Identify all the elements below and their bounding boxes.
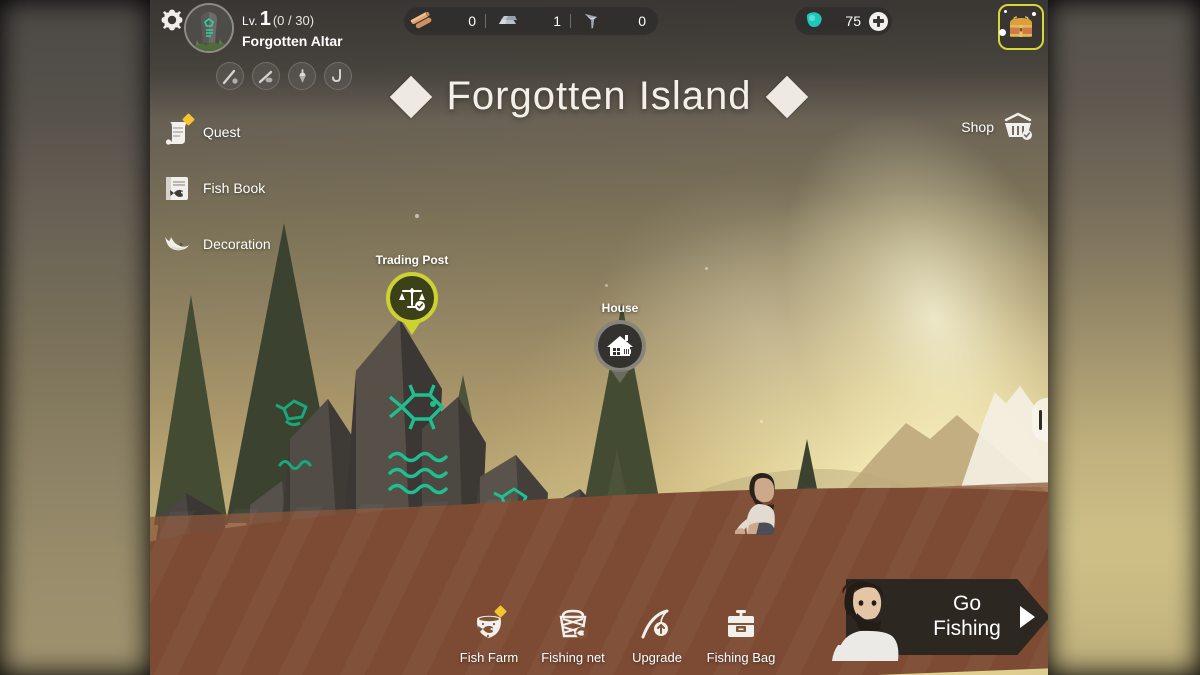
go-fishing-button[interactable]: Go Fishing bbox=[830, 579, 1048, 661]
menu-item-quest[interactable]: Quest bbox=[162, 104, 342, 160]
resource-nail-value: 0 bbox=[638, 13, 646, 29]
divider bbox=[570, 14, 571, 28]
add-currency-button[interactable] bbox=[869, 11, 888, 31]
level-value: 1 bbox=[259, 8, 271, 30]
tool-fish-farm[interactable]: Fish Farm bbox=[450, 605, 528, 665]
level-progress: (0 / 30) bbox=[272, 13, 315, 28]
tool-upgrade[interactable]: Upgrade bbox=[618, 605, 696, 665]
balance-scales-icon bbox=[399, 288, 425, 311]
letterbox-left bbox=[0, 0, 150, 675]
tackle-box-icon bbox=[721, 605, 761, 645]
left-menu: Quest Fish Book Decoration bbox=[162, 104, 342, 272]
ambient-sparkle bbox=[705, 267, 708, 270]
go-fishing-label: Go Fishing bbox=[926, 591, 1008, 641]
resource-bar: 0 1 0 bbox=[404, 7, 658, 35]
fishing-rod-upgrade-icon bbox=[637, 605, 677, 645]
house-icon bbox=[607, 335, 633, 356]
game-viewport: Trading Post House Lv. 1 (0 / 30) Forgot… bbox=[150, 0, 1048, 675]
ambient-sparkle bbox=[760, 420, 763, 423]
resource-wood[interactable]: 0 bbox=[410, 10, 476, 32]
treasure-chest-button[interactable] bbox=[998, 4, 1044, 50]
go-fishing-line2: Fishing bbox=[933, 617, 1001, 640]
menu-item-fish-book[interactable]: Fish Book bbox=[162, 160, 342, 216]
tool-label: Fishing net bbox=[541, 650, 605, 665]
go-fishing-line1: Go bbox=[952, 592, 981, 615]
edge-drawer-handle[interactable] bbox=[1032, 398, 1048, 442]
resource-nail[interactable]: 0 bbox=[580, 10, 646, 32]
settings-button[interactable] bbox=[158, 6, 186, 34]
map-pin-house[interactable]: House bbox=[594, 301, 646, 383]
resource-ingot[interactable]: 1 bbox=[495, 10, 561, 32]
resource-ingot-value: 1 bbox=[553, 13, 561, 29]
diamond-ornament-right bbox=[765, 75, 808, 118]
gem-icon bbox=[806, 12, 822, 27]
tool-fishing-bag[interactable]: Fishing Bag bbox=[702, 605, 780, 665]
shop-label: Shop bbox=[961, 119, 994, 135]
fishbowl-icon bbox=[469, 605, 509, 645]
menu-item-decoration[interactable]: Decoration bbox=[162, 216, 342, 272]
letterbox-right bbox=[1048, 0, 1200, 675]
tool-label: Upgrade bbox=[632, 650, 682, 665]
pin-tail bbox=[611, 370, 629, 383]
divider bbox=[485, 14, 486, 28]
bottom-toolbar: Fish Farm Fishing net Upgrade Fishing Ba… bbox=[450, 605, 780, 665]
menu-item-label: Quest bbox=[203, 124, 241, 140]
avatar[interactable] bbox=[184, 3, 234, 53]
level-prefix: Lv. bbox=[242, 14, 258, 28]
gear-icon bbox=[161, 9, 183, 31]
pin-tail bbox=[403, 321, 421, 335]
ambient-sparkle bbox=[415, 214, 419, 218]
wood-log-icon bbox=[410, 11, 432, 29]
fox-head-decoration-icon bbox=[162, 229, 192, 259]
pin-label: Trading Post bbox=[375, 253, 449, 267]
altar-name: Forgotten Altar bbox=[242, 33, 343, 49]
metal-ingot-icon bbox=[499, 16, 517, 24]
game-screen: Trading Post House Lv. 1 (0 / 30) Forgot… bbox=[0, 0, 1200, 675]
pin-circle[interactable] bbox=[594, 320, 646, 372]
fish-book-icon bbox=[162, 173, 192, 203]
currency-value: 75 bbox=[845, 13, 861, 29]
sparkle-icon bbox=[999, 29, 1006, 36]
play-arrow-icon bbox=[1020, 606, 1035, 628]
shop-button[interactable]: Shop bbox=[961, 112, 1034, 142]
treasure-chest-icon bbox=[1010, 16, 1032, 37]
level-display: Lv. 1 (0 / 30) bbox=[242, 8, 314, 31]
sparkle-icon bbox=[1004, 10, 1007, 13]
diamond-ornament-left bbox=[390, 75, 433, 118]
sparkle-icon bbox=[1032, 12, 1036, 16]
tool-label: Fishing Bag bbox=[706, 650, 776, 665]
sitting-fisherman-character bbox=[735, 473, 775, 535]
tool-fishing-net[interactable]: Fishing net bbox=[534, 605, 612, 665]
island-title: Forgotten Island bbox=[446, 74, 752, 118]
resource-wood-value: 0 bbox=[468, 13, 476, 29]
shop-basket-icon bbox=[1004, 112, 1032, 140]
map-pin-trading-post[interactable]: Trading Post bbox=[376, 253, 448, 335]
pin-circle[interactable] bbox=[386, 272, 438, 324]
forgotten-altar-stone-icon bbox=[186, 5, 232, 51]
pin-label: House bbox=[601, 301, 639, 315]
currency-bar: 75 bbox=[795, 7, 892, 35]
bearded-fisherman-portrait bbox=[832, 579, 899, 661]
menu-item-label: Decoration bbox=[203, 236, 271, 252]
menu-item-label: Fish Book bbox=[203, 180, 266, 196]
tool-label: Fish Farm bbox=[459, 650, 519, 665]
scroll-quest-icon bbox=[162, 113, 195, 147]
nail-screw-icon bbox=[585, 14, 597, 29]
fishing-net-icon bbox=[553, 605, 593, 645]
